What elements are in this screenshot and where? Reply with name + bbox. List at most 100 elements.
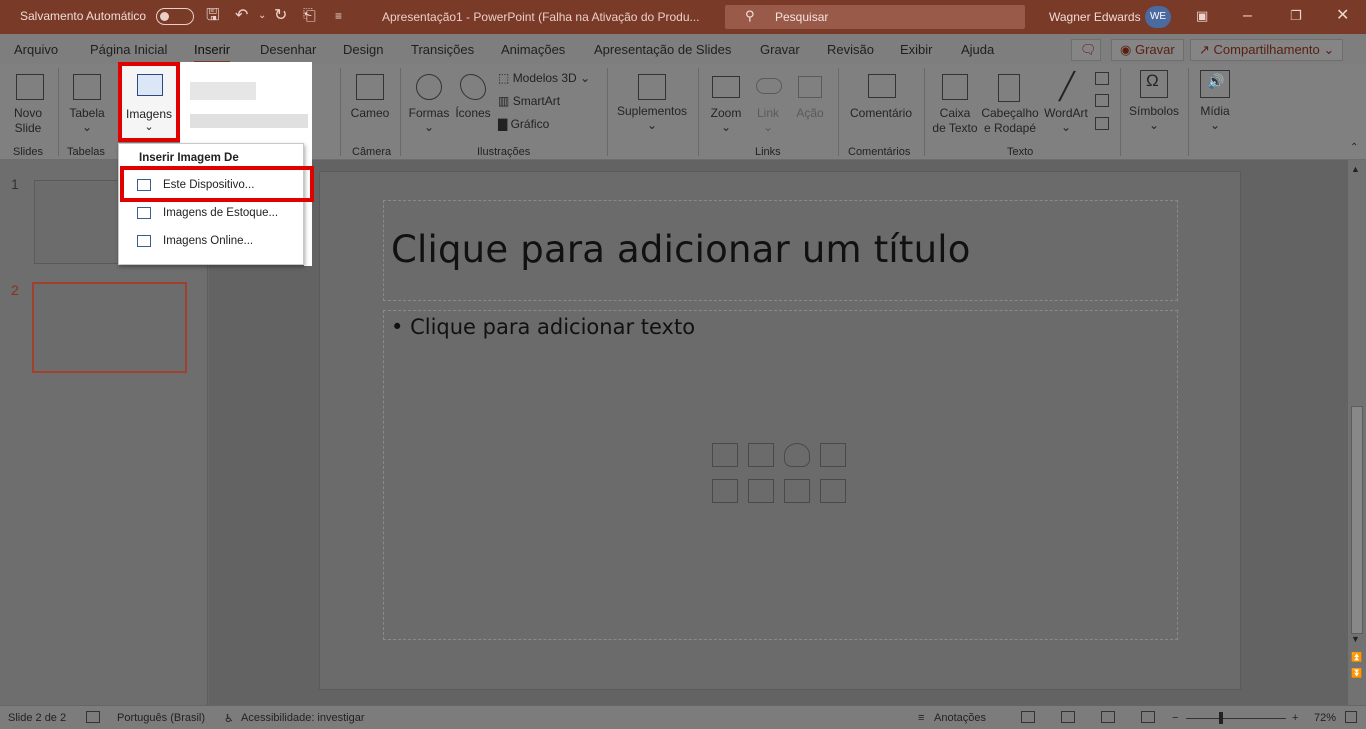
- ribbon-overlay-pane: [180, 62, 312, 146]
- share-icon: ↗: [1199, 42, 1210, 57]
- tab-transicoes[interactable]: Transições: [411, 42, 474, 57]
- online-images-icon: [137, 235, 151, 247]
- vertical-scrollbar[interactable]: ▲ ▼ ⏫ ⏬: [1348, 160, 1366, 705]
- wordart-button[interactable]: ╱ WordArt ⌄: [1040, 70, 1092, 140]
- redo-icon[interactable]: ↻: [274, 6, 287, 26]
- action-button[interactable]: Ação: [790, 70, 830, 140]
- avatar[interactable]: WE: [1145, 6, 1171, 28]
- tab-revisao[interactable]: Revisão: [827, 42, 874, 57]
- tab-gravar[interactable]: Gravar: [760, 42, 800, 57]
- customize-toolbar-icon[interactable]: ≡: [335, 6, 342, 26]
- slide-number-icon[interactable]: [1095, 94, 1109, 107]
- new-slide-button[interactable]: Novo Slide: [6, 70, 50, 140]
- chevron-down-icon: ⌄: [1323, 42, 1335, 57]
- restore-icon[interactable]: ❐: [1290, 6, 1302, 26]
- record-button[interactable]: ◉ Gravar: [1111, 39, 1184, 61]
- zoom-in-button[interactable]: +: [1292, 712, 1298, 724]
- smartart-button[interactable]: ▥ SmartArt: [498, 94, 560, 108]
- icons-insert-icon[interactable]: [784, 443, 810, 467]
- search-box[interactable]: ⚲ Pesquisar: [725, 5, 1025, 29]
- table-label: Tabela: [69, 106, 105, 120]
- comment-button[interactable]: Comentário: [844, 70, 918, 140]
- tab-arquivo[interactable]: Arquivo: [14, 42, 58, 57]
- title-placeholder[interactable]: Clique para adicionar um título: [383, 200, 1178, 301]
- undo-icon[interactable]: ↶: [235, 6, 248, 26]
- tab-pagina-inicial[interactable]: Página Inicial: [90, 42, 167, 57]
- fit-to-window-icon[interactable]: [1345, 711, 1357, 723]
- previous-slide-icon[interactable]: ⏫: [1351, 652, 1362, 663]
- shapes-button[interactable]: Formas ⌄: [406, 70, 452, 140]
- accessibility-status[interactable]: Acessibilidade: investigar: [241, 712, 365, 724]
- language[interactable]: Português (Brasil): [117, 712, 205, 724]
- autosave-toggle[interactable]: [156, 8, 194, 25]
- tab-inserir[interactable]: Inserir: [194, 42, 231, 63]
- addins-button[interactable]: Suplementos ⌄: [614, 70, 690, 140]
- stock-images-icon[interactable]: [712, 443, 738, 467]
- textbox-button[interactable]: Caixa de Texto: [930, 70, 980, 140]
- chart-icon: ▇: [498, 117, 508, 131]
- tab-apresentacao[interactable]: Apresentação de Slides: [594, 42, 731, 57]
- zoom-slider[interactable]: [1186, 718, 1286, 719]
- scroll-up-icon[interactable]: ▲: [1351, 164, 1360, 174]
- date-time-icon[interactable]: [1095, 72, 1109, 85]
- media-button[interactable]: 🔊 Mídia ⌄: [1192, 68, 1238, 138]
- symbols-button[interactable]: Ω Símbolos ⌄: [1124, 68, 1184, 138]
- comments-button[interactable]: 🗨: [1071, 39, 1101, 61]
- models3d-button[interactable]: ⬚ Modelos 3D ⌄: [498, 71, 590, 85]
- video-icon[interactable]: [748, 479, 774, 503]
- normal-view-icon[interactable]: [1021, 711, 1035, 723]
- chart-button[interactable]: ▇ Gráfico: [498, 117, 549, 131]
- zoom-slider-thumb[interactable]: [1219, 712, 1223, 724]
- minimize-icon[interactable]: –: [1243, 6, 1252, 26]
- table-button[interactable]: Tabela ⌄: [64, 70, 110, 140]
- user-name[interactable]: Wagner Edwards: [1049, 10, 1141, 24]
- object-icon[interactable]: [1095, 117, 1109, 130]
- tab-desenhar[interactable]: Desenhar: [260, 42, 316, 57]
- tab-ajuda[interactable]: Ajuda: [961, 42, 994, 57]
- tab-exibir[interactable]: Exibir: [900, 42, 933, 57]
- spelling-icon[interactable]: [86, 711, 100, 723]
- chevron-down-icon: ⌄: [1148, 118, 1160, 132]
- header-footer-label: Cabeçalho: [981, 106, 1039, 120]
- cameo-insert-icon[interactable]: [820, 443, 846, 467]
- slide-sorter-icon[interactable]: [1061, 711, 1075, 723]
- link-button[interactable]: Link ⌄: [748, 70, 788, 140]
- group-comments: Comentários: [848, 146, 911, 158]
- images-button[interactable]: Imagens ⌄: [118, 62, 180, 142]
- chart-insert-icon[interactable]: [820, 479, 846, 503]
- zoom-level[interactable]: 72%: [1314, 712, 1336, 724]
- save-icon[interactable]: 🖫: [206, 6, 220, 26]
- collapse-ribbon-icon[interactable]: ⌃: [1350, 142, 1358, 153]
- stock-images-icon: [137, 207, 151, 219]
- scroll-thumb[interactable]: [1351, 406, 1363, 634]
- header-footer-button[interactable]: Cabeçalho e Rodapé: [980, 70, 1040, 140]
- close-icon[interactable]: ✕: [1336, 6, 1349, 26]
- presentation-start-icon[interactable]: ⎗: [303, 6, 316, 26]
- bullet-icon: •: [391, 315, 404, 339]
- slideshow-icon[interactable]: [1141, 711, 1155, 723]
- table-insert-icon[interactable]: [784, 479, 810, 503]
- title-placeholder-text: Clique para adicionar um título: [391, 228, 971, 271]
- slide-thumbnail-2[interactable]: [32, 282, 187, 373]
- tab-animacoes[interactable]: Animações: [501, 42, 565, 57]
- reading-view-icon[interactable]: [1101, 711, 1115, 723]
- zoom-out-button[interactable]: −: [1172, 712, 1178, 724]
- search-input[interactable]: Pesquisar: [775, 10, 828, 24]
- scroll-down-icon[interactable]: ▼: [1351, 634, 1360, 644]
- 3d-model-icon[interactable]: [712, 479, 738, 503]
- undo-dropdown-icon[interactable]: ⌄: [258, 6, 266, 26]
- this-device-highlight: [120, 166, 314, 202]
- cameo-button[interactable]: Cameo: [346, 70, 394, 140]
- body-placeholder[interactable]: • Clique para adicionar texto: [383, 310, 1178, 640]
- tab-design[interactable]: Design: [343, 42, 383, 57]
- new-slide-icon: [16, 74, 44, 100]
- icons-button[interactable]: Ícones: [452, 70, 494, 140]
- notes-button[interactable]: Anotações: [934, 712, 986, 724]
- title-bar: Salvamento Automático 🖫 ↶ ⌄ ↻ ⎗ ≡ Aprese…: [0, 0, 1366, 34]
- picture-icon[interactable]: [748, 443, 774, 467]
- next-slide-icon[interactable]: ⏬: [1351, 668, 1362, 679]
- ribbon-display-icon[interactable]: ▣: [1196, 6, 1208, 26]
- share-button[interactable]: ↗ Compartilhamento ⌄: [1190, 39, 1344, 61]
- zoom-button[interactable]: Zoom ⌄: [704, 70, 748, 140]
- comment-icon: [868, 74, 896, 98]
